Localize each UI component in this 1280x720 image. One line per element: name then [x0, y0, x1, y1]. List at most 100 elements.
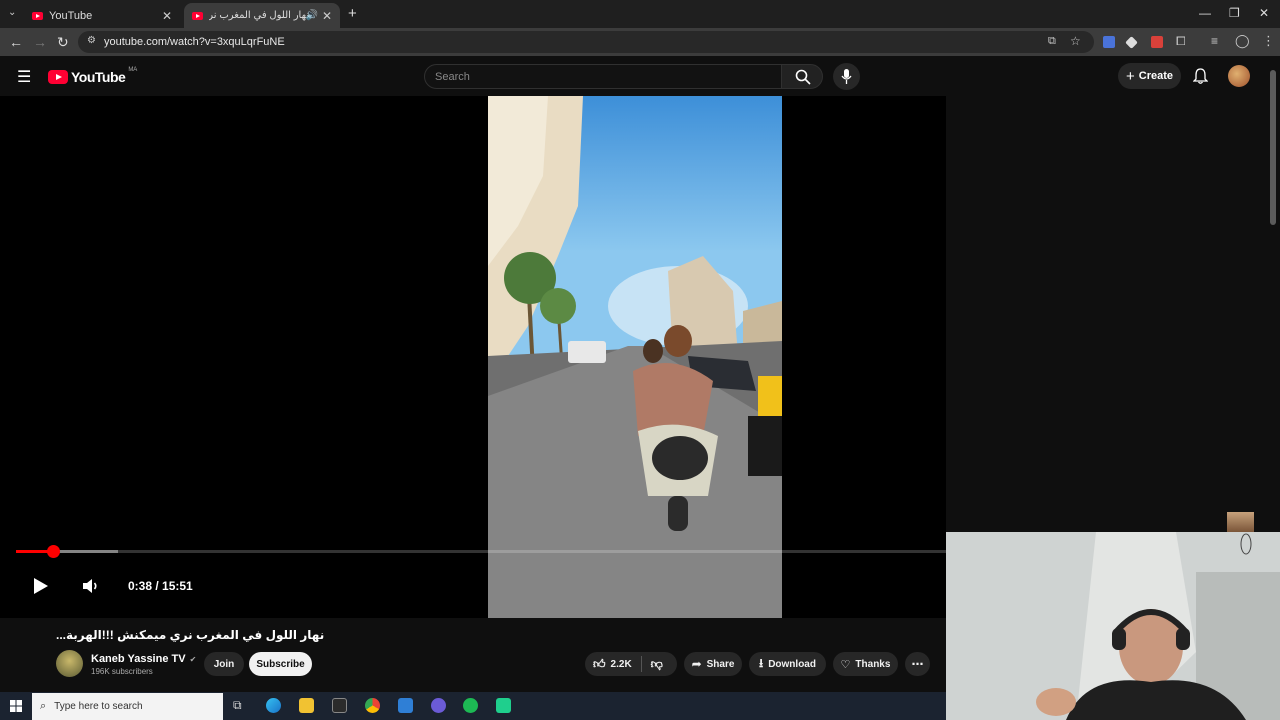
time-display: 0:38 / 15:51	[128, 579, 193, 593]
search-input[interactable]: Search	[424, 64, 782, 89]
reload-icon[interactable]: ↻	[57, 34, 69, 51]
subscribe-label: Subscribe	[256, 658, 305, 670]
like-count[interactable]: 2.2K	[611, 659, 632, 670]
divider	[640, 656, 642, 672]
youtube-favicon-icon	[32, 11, 43, 20]
tab-search-chevron-icon[interactable]: ⌄	[8, 7, 16, 18]
channel-avatar[interactable]	[56, 650, 83, 677]
thanks-button[interactable]: ♡ Thanks	[833, 652, 898, 676]
search-placeholder: Search	[435, 71, 470, 83]
mini-thumbnail[interactable]	[1227, 512, 1254, 532]
join-label: Join	[213, 658, 235, 670]
microsoft-store-icon[interactable]	[332, 698, 347, 713]
download-label: Download	[768, 658, 816, 670]
verified-badge-icon: ✔	[189, 654, 197, 664]
download-icon: ⭳	[759, 655, 764, 670]
file-explorer-icon[interactable]	[299, 698, 314, 713]
youtube-favicon-icon	[192, 11, 203, 20]
search-icon	[795, 69, 811, 85]
media-queue-icon[interactable]: ≡	[1211, 34, 1218, 48]
chrome-icon[interactable]	[365, 698, 380, 713]
taskbar-search-input[interactable]: ⌕ Type here to search	[32, 693, 223, 720]
voice-search-button[interactable]	[833, 63, 860, 90]
edge-browser-icon[interactable]	[266, 698, 281, 713]
subscriber-count: 196K subscribers	[91, 667, 153, 676]
tab-label: YouTube	[49, 9, 93, 22]
create-label: Create	[1138, 70, 1173, 82]
channel-name-row[interactable]: Kaneb Yassine TV ✔	[91, 653, 196, 665]
thumbs-down-icon[interactable]: 👎︎	[651, 657, 663, 672]
progress-scrubber-handle[interactable]	[47, 545, 61, 558]
microphone-icon	[841, 69, 852, 84]
volume-icon[interactable]	[82, 578, 100, 594]
region-code: MA	[128, 67, 138, 73]
plus-icon: +	[1125, 67, 1135, 85]
extensions-puzzle-icon[interactable]: ⧠	[1176, 34, 1186, 49]
messenger-icon[interactable]	[431, 698, 446, 713]
more-actions-button[interactable]: ⋯	[905, 652, 930, 676]
youtube-masthead: ☰ YouTube MA Search + Create	[0, 56, 1280, 96]
page-scrollbar[interactable]	[1270, 70, 1276, 225]
address-bar[interactable]: ⚙ youtube.com/watch?v=3xquLqrFuNE ⧉ ☆	[78, 31, 1094, 53]
video-frame[interactable]	[488, 96, 782, 618]
create-button[interactable]: + Create	[1118, 63, 1181, 89]
join-button[interactable]: Join	[204, 652, 244, 676]
profile-icon[interactable]: ◯	[1235, 33, 1250, 49]
tab-youtube-home[interactable]: YouTube ✕	[24, 3, 180, 28]
forward-arrow-icon[interactable]: →	[33, 34, 47, 50]
webcam-overlay	[946, 532, 1280, 720]
like-dislike-group: 👍︎ 2.2K 👎︎	[585, 652, 677, 676]
minimize-icon[interactable]: —	[1199, 6, 1211, 20]
video-content-image	[488, 96, 782, 618]
windows-taskbar: ⌕ Type here to search ⧉	[0, 692, 946, 720]
more-horizontal-icon: ⋯	[911, 657, 924, 671]
share-arrow-icon: ➦	[691, 657, 702, 671]
thanks-heart-icon: ♡	[840, 658, 851, 671]
extension-diamond-icon[interactable]	[1125, 36, 1138, 49]
extension-red-icon[interactable]	[1151, 36, 1163, 48]
download-button[interactable]: ⭳ Download	[749, 652, 826, 676]
chrome-menu-icon[interactable]: ⋮	[1262, 33, 1275, 49]
hamburger-menu-icon[interactable]: ☰	[17, 67, 31, 87]
site-info-icon[interactable]: ⚙	[87, 35, 96, 46]
search-icon: ⌕	[40, 700, 47, 712]
url-text: youtube.com/watch?v=3xquLqrFuNE	[104, 36, 285, 48]
windows-start-icon[interactable]	[10, 700, 22, 712]
thumbs-up-icon[interactable]: 👍︎	[593, 657, 606, 672]
install-app-icon[interactable]: ⧉	[1048, 35, 1056, 48]
spotify-icon[interactable]	[463, 698, 478, 713]
close-tab-icon[interactable]: ✕	[322, 9, 332, 23]
browser-tab-strip: ⌄ YouTube ✕ نهار اللول في المغرب نري ميه…	[0, 0, 1280, 28]
webcam-feed-image	[946, 532, 1280, 720]
app-green-icon[interactable]	[496, 698, 511, 713]
notifications-bell-icon[interactable]	[1193, 68, 1208, 84]
translate-extension-icon[interactable]	[1103, 36, 1115, 48]
progress-bar[interactable]	[16, 545, 946, 558]
video-player[interactable]: 0:38 / 15:51	[0, 96, 946, 618]
back-arrow-icon[interactable]: ←	[9, 34, 23, 50]
video-title: نهار اللول في المغرب نري ميمكنش !!!الهرب…	[56, 628, 325, 642]
browser-toolbar: ← → ↻ ⚙ youtube.com/watch?v=3xquLqrFuNE …	[0, 28, 1280, 56]
thanks-label: Thanks	[855, 658, 891, 670]
tab-video[interactable]: نهار اللول في المغرب نري ميه 🔊 ✕	[184, 3, 340, 28]
subscribe-button[interactable]: Subscribe	[249, 652, 312, 676]
tab-label: نهار اللول في المغرب نري ميه	[209, 10, 309, 21]
close-tab-icon[interactable]: ✕	[162, 9, 172, 23]
new-tab-button[interactable]: +	[348, 5, 357, 22]
channel-name[interactable]: Kaneb Yassine TV	[91, 653, 186, 665]
youtube-logo[interactable]: YouTube MA	[48, 67, 138, 85]
audio-playing-icon[interactable]: 🔊	[306, 10, 318, 21]
share-label: Share	[706, 658, 735, 670]
account-avatar[interactable]	[1228, 65, 1250, 87]
taskbar-search-placeholder: Type here to search	[54, 701, 143, 712]
search-button[interactable]	[781, 64, 823, 89]
close-window-icon[interactable]: ✕	[1259, 6, 1269, 20]
bookmark-star-icon[interactable]: ☆	[1070, 34, 1081, 48]
logo-text: YouTube	[71, 69, 126, 85]
mail-icon[interactable]	[398, 698, 413, 713]
play-icon[interactable]	[32, 576, 50, 596]
youtube-play-logo-icon	[48, 70, 68, 84]
share-button[interactable]: ➦ Share	[684, 652, 742, 676]
task-view-icon[interactable]: ⧉	[233, 698, 242, 713]
restore-icon[interactable]: ❐	[1229, 6, 1240, 20]
